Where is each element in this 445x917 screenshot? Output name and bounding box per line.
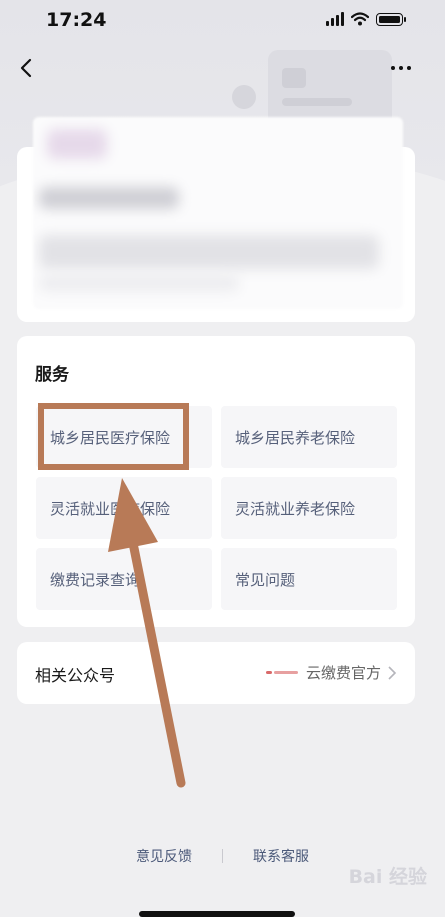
service-urban-rural-pension-insurance[interactable]: 城乡居民养老保险: [221, 406, 397, 468]
service-flexible-pension-insurance[interactable]: 灵活就业养老保险: [221, 477, 397, 539]
customer-service-link[interactable]: 联系客服: [223, 846, 339, 866]
more-options-icon[interactable]: [385, 56, 417, 80]
wifi-icon: [351, 12, 369, 26]
home-indicator[interactable]: [139, 911, 295, 917]
public-account-logo-icon: [265, 669, 300, 677]
service-faq[interactable]: 常见问题: [221, 548, 397, 610]
decorative-person-illustration: [232, 85, 256, 109]
user-info-card: [17, 117, 415, 322]
service-card: 服务 城乡居民医疗保险 城乡居民养老保险 灵活就业医疗保险 灵活就业养老保险 缴…: [17, 336, 415, 627]
service-flexible-medical-insurance[interactable]: 灵活就业医疗保险: [36, 477, 212, 539]
cellular-signal-icon: [326, 12, 344, 26]
status-bar: 17:24: [0, 0, 445, 40]
service-section-title: 服务: [35, 365, 69, 385]
public-account-name: 云缴费官方: [305, 664, 381, 682]
service-urban-rural-medical-insurance[interactable]: 城乡居民医疗保险: [36, 406, 212, 468]
back-icon[interactable]: [16, 56, 40, 80]
status-time: 17:24: [46, 9, 107, 31]
baidu-watermark: Bai 经验: [348, 866, 427, 888]
public-account-link[interactable]: 云缴费官方: [265, 662, 397, 683]
related-public-account-row[interactable]: 相关公众号 云缴费官方: [17, 642, 415, 704]
battery-icon: [376, 12, 406, 26]
service-payment-records[interactable]: 缴费记录查询: [36, 548, 212, 610]
feedback-link[interactable]: 意见反馈: [106, 846, 222, 866]
blurred-user-info: [33, 117, 403, 309]
chevron-right-icon: [388, 665, 397, 680]
public-account-label: 相关公众号: [35, 666, 116, 685]
status-icons: [326, 12, 406, 26]
